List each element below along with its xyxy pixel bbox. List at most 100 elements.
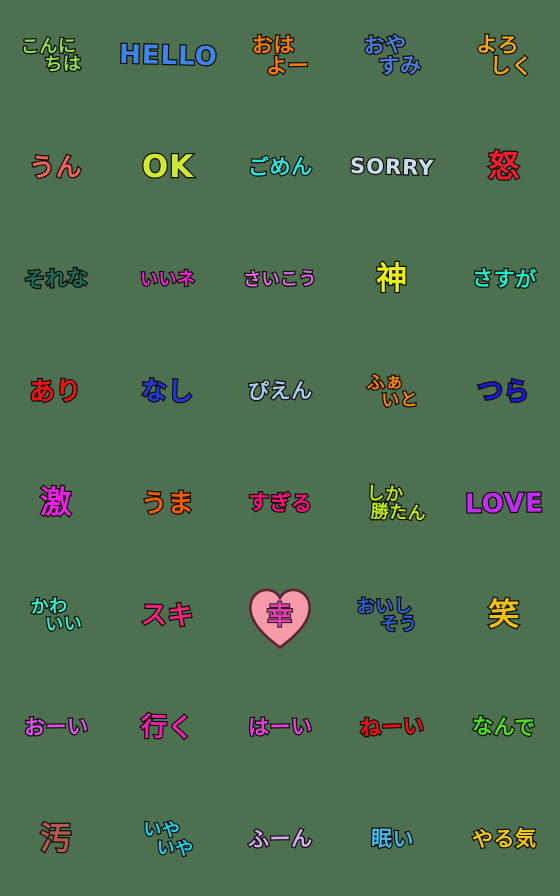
sticker-cell-un[interactable]: うん: [0, 112, 112, 224]
sticker-cell-kami[interactable]: 神: [336, 224, 448, 336]
sticker-text-sasuga: さすが: [470, 265, 538, 293]
sticker-cell-oyasumi[interactable]: おや すみ: [336, 0, 448, 112]
sticker-cell-saikou[interactable]: さいこう: [224, 224, 336, 336]
sticker-cell-uma[interactable]: うま: [112, 448, 224, 560]
sticker-line: スキ: [140, 599, 196, 633]
sticker-line: そう: [379, 612, 419, 636]
sticker-text-neei: ねーい: [358, 713, 426, 742]
sticker-text-sorry: SORRY: [348, 153, 435, 182]
sticker-cell-sugiru[interactable]: すぎる: [224, 448, 336, 560]
sticker-line: 幸: [266, 600, 294, 631]
sticker-cell-hello[interactable]: HELLO: [112, 0, 224, 112]
sticker-cell-iku[interactable]: 行く: [112, 672, 224, 784]
sticker-cell-ok[interactable]: OK: [112, 112, 224, 224]
sticker-line: 激: [39, 485, 72, 522]
sticker-line: 勝たん: [369, 500, 428, 526]
sticker-line: ぴえん: [246, 378, 313, 405]
sticker-cell-pien[interactable]: ぴえん: [224, 336, 336, 448]
sticker-text-uma: うま: [140, 487, 196, 520]
sticker-line: うま: [140, 487, 196, 520]
sticker-line: 笑: [487, 597, 520, 634]
sticker-cell-neei[interactable]: ねーい: [336, 672, 448, 784]
sticker-cell-love[interactable]: LOVE: [448, 448, 560, 560]
sticker-line: 行く: [140, 711, 196, 745]
sticker-line: いや: [155, 836, 195, 861]
sticker-cell-fuun[interactable]: ふーん: [224, 784, 336, 896]
sticker-cell-kawaii[interactable]: かわ いい: [0, 560, 112, 672]
sticker-line: 怒: [487, 149, 520, 186]
sticker-text-fuun: ふーん: [246, 826, 313, 853]
sticker-cell-iyaiya[interactable]: いや いや: [112, 784, 224, 896]
sticker-text-sugiru: すぎる: [246, 489, 314, 517]
sticker-line: ねーい: [358, 713, 426, 742]
sticker-text-iku: 行く: [140, 711, 196, 745]
sticker-cell-warai[interactable]: 笑: [448, 560, 560, 672]
sticker-cell-kitanai[interactable]: 汚: [0, 784, 112, 896]
sticker-text-yaruki: やる気: [470, 826, 537, 853]
sticker-cell-nashi[interactable]: なし: [112, 336, 224, 448]
sticker-line: なんで: [471, 713, 537, 741]
sticker-cell-nemui[interactable]: 眠い: [336, 784, 448, 896]
sticker-cell-yoroshiku[interactable]: よろ しく: [448, 0, 560, 112]
sticker-cell-gomen[interactable]: ごめん: [224, 112, 336, 224]
sticker-cell-oishisou[interactable]: おいし そう: [336, 560, 448, 672]
sticker-line: さすが: [470, 265, 538, 293]
sticker-line: おーい: [22, 714, 89, 741]
sticker-cell-shiawase-heart[interactable]: 幸: [224, 560, 336, 672]
sticker-text-yoroshiku: よろ しく: [474, 31, 534, 80]
sticker-cell-ohayo[interactable]: おは よー: [224, 0, 336, 112]
sticker-line: しく: [488, 52, 534, 80]
sticker-cell-haai[interactable]: はーい: [224, 672, 336, 784]
sticker-text-ari: あり: [28, 375, 84, 408]
sticker-cell-shikakatan[interactable]: しか 勝たん: [336, 448, 448, 560]
sticker-cell-yaruki[interactable]: やる気: [448, 784, 560, 896]
sticker-line: 汚: [39, 821, 72, 858]
sticker-cell-sorena[interactable]: それな: [0, 224, 112, 336]
sticker-cell-sasuga[interactable]: さすが: [448, 224, 560, 336]
sticker-line: いいネ: [139, 267, 197, 291]
sticker-text-un: うん: [28, 151, 84, 184]
sticker-text-love: LOVE: [463, 487, 545, 520]
sticker-line: おは: [250, 31, 296, 58]
sticker-line: いと: [379, 388, 419, 413]
sticker-line: うん: [28, 151, 84, 184]
sticker-text-haai: はーい: [246, 714, 313, 741]
sticker-cell-sorry[interactable]: SORRY: [336, 112, 448, 224]
sticker-line: ふーん: [246, 826, 313, 853]
sticker-text-saikou: さいこう: [242, 267, 319, 291]
sticker-cell-suki[interactable]: スキ: [112, 560, 224, 672]
sticker-cell-fight[interactable]: ふぁ いと: [336, 336, 448, 448]
sticker-cell-okoru[interactable]: 怒: [448, 112, 560, 224]
sticker-text-ohayo: おは よー: [250, 31, 310, 79]
sticker-text-fight: ふぁ いと: [365, 370, 420, 413]
sticker-text-iyaiya: いや いや: [141, 817, 195, 861]
sticker-line: つら: [476, 375, 532, 409]
sticker-text-shikakatan: しか 勝たん: [357, 481, 428, 526]
sticker-line: なし: [140, 375, 196, 409]
sticker-cell-nande[interactable]: なんで: [448, 672, 560, 784]
sticker-line: あり: [28, 375, 84, 408]
sticker-text-pien: ぴえん: [246, 378, 313, 405]
sticker-cell-iine[interactable]: いいネ: [112, 224, 224, 336]
sticker-text-nande: なんで: [471, 713, 537, 741]
sticker-text-shiawase-heart: 幸: [266, 600, 294, 631]
sticker-text-gomen: ごめん: [246, 154, 313, 181]
sticker-text-kami: 神: [375, 262, 408, 296]
sticker-text-oishisou: おいし そう: [356, 594, 427, 636]
sticker-line: さいこう: [242, 267, 319, 291]
sticker-line: SORRY: [348, 153, 435, 182]
sticker-text-kitanai: 汚: [39, 821, 72, 858]
sticker-cell-tsura[interactable]: つら: [448, 336, 560, 448]
sticker-text-hello: HELLO: [117, 38, 219, 73]
sticker-line: やる気: [470, 826, 537, 853]
sticker-cell-geki[interactable]: 激: [0, 448, 112, 560]
sticker-text-konnichiwa: こんに ちは: [20, 34, 91, 76]
sticker-text-nemui: 眠い: [369, 826, 415, 854]
sticker-cell-ari[interactable]: あり: [0, 336, 112, 448]
sticker-cell-ooi[interactable]: おーい: [0, 672, 112, 784]
sticker-text-ok: OK: [141, 150, 195, 184]
sticker-cell-konnichiwa[interactable]: こんに ちは: [0, 0, 112, 112]
sticker-line: 眠い: [369, 826, 415, 854]
sticker-text-suki: スキ: [140, 599, 196, 633]
sticker-line: HELLO: [117, 38, 219, 73]
